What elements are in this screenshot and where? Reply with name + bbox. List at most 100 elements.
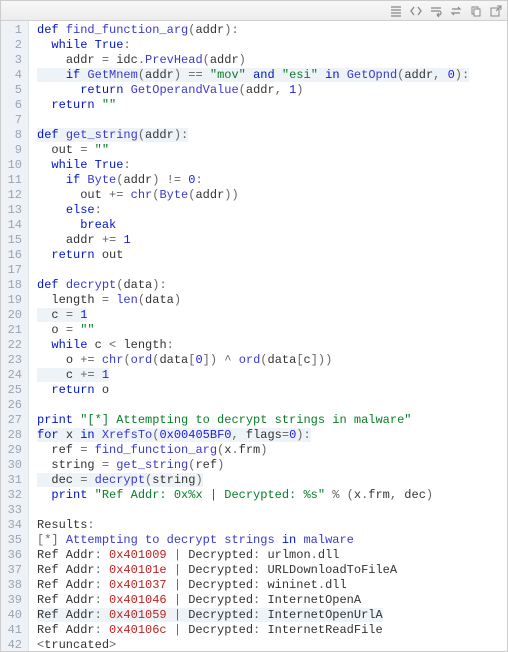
token-op: :	[253, 578, 267, 592]
line-number: 5	[5, 83, 22, 98]
token-kw: and	[253, 68, 282, 82]
token-str: "mov"	[210, 68, 253, 82]
code-line: addr = idc.PrevHead(addr)	[37, 53, 246, 67]
token-op: .	[138, 53, 145, 67]
token-op: :	[87, 518, 94, 532]
token-ident: o	[51, 323, 65, 337]
code-line: string = get_string(ref)	[37, 458, 224, 472]
code-icon[interactable]	[409, 4, 423, 18]
code-line: break	[37, 218, 116, 232]
token-ident: URLDownloadToFileA	[267, 563, 397, 577]
code-area: 1234567891011121314151617181920212223242…	[1, 21, 507, 651]
code-line: addr += 1	[37, 233, 131, 247]
token-plain	[37, 98, 51, 112]
token-ident: Decrypted	[188, 548, 253, 562]
token-kw: True	[95, 38, 124, 52]
token-ident: addr	[145, 68, 174, 82]
token-ident: addr	[195, 188, 224, 202]
code-content[interactable]: def find_function_arg(addr): while True:…	[29, 21, 507, 651]
token-op: |	[167, 623, 189, 637]
token-ident: dll	[318, 548, 340, 562]
token-op: )	[174, 68, 188, 82]
line-number: 19	[5, 293, 22, 308]
token-num: 0	[448, 68, 455, 82]
token-ident: Decrypted	[188, 623, 253, 637]
token-ident: Ref Addr	[37, 578, 95, 592]
token-kw: return	[51, 98, 101, 112]
token-ident: dec	[51, 473, 80, 487]
line-number: 42	[5, 638, 22, 651]
token-ident: data	[268, 353, 297, 367]
token-ident: c	[304, 353, 311, 367]
token-op: +=	[80, 368, 102, 382]
token-plain	[37, 173, 66, 187]
token-kw: for	[37, 428, 66, 442]
code-line: def get_string(addr):	[37, 128, 188, 142]
code-line: Results:	[37, 518, 95, 532]
token-kw: in	[80, 428, 102, 442]
token-ident: ref	[195, 458, 217, 472]
token-kw: return	[51, 383, 101, 397]
token-ident: addr	[210, 53, 239, 67]
line-number: 1	[5, 23, 22, 38]
line-number: 38	[5, 578, 22, 593]
token-kw: while	[51, 338, 94, 352]
token-kw: return	[80, 83, 130, 97]
token-op: |	[167, 578, 189, 592]
code-line: out = ""	[37, 143, 109, 157]
token-op: ==	[188, 68, 210, 82]
line-number: 26	[5, 398, 22, 413]
token-ident: flags	[246, 428, 282, 442]
token-op: =	[102, 53, 116, 67]
token-op: =	[102, 293, 116, 307]
token-op: =	[66, 323, 80, 337]
token-op: (	[260, 353, 267, 367]
token-kw: print	[37, 413, 80, 427]
token-kw: while	[51, 158, 94, 172]
token-fn: ord	[239, 353, 261, 367]
line-number: 28	[5, 428, 22, 443]
popout-icon[interactable]	[489, 4, 503, 18]
line-number: 10	[5, 158, 22, 173]
token-op: |	[167, 608, 189, 622]
token-op: ):	[152, 278, 166, 292]
wrap-icon[interactable]	[429, 4, 443, 18]
token-plain	[37, 158, 51, 172]
code-line: if Byte(addr) != 0:	[37, 173, 203, 187]
copy-icon[interactable]	[469, 4, 483, 18]
token-str: ""	[80, 323, 94, 337]
token-op: )	[296, 83, 303, 97]
token-num: 1	[80, 308, 87, 322]
code-line: print "[*] Attempting to decrypt strings…	[37, 413, 411, 427]
token-kw: True	[95, 158, 124, 172]
token-op: ^	[224, 353, 238, 367]
swap-icon[interactable]	[449, 4, 463, 18]
token-op: )	[426, 488, 433, 502]
line-number: 32	[5, 488, 22, 503]
token-op: :	[231, 23, 238, 37]
code-line: Ref Addr: 0x401037 | Decrypted: wininet.…	[37, 578, 347, 592]
code-line: return out	[37, 248, 123, 262]
token-ident: data	[123, 278, 152, 292]
token-plain	[37, 293, 51, 307]
token-ident: length	[51, 293, 101, 307]
token-ident: Ref Addr	[37, 623, 95, 637]
justify-icon[interactable]	[389, 4, 403, 18]
code-line: [*] Attempting to decrypt strings in mal…	[37, 533, 354, 547]
line-number: 16	[5, 248, 22, 263]
token-fn: XrefsTo	[102, 428, 152, 442]
line-number: 31	[5, 473, 22, 488]
token-op: )	[217, 458, 224, 472]
token-plain	[37, 218, 80, 232]
token-op: :	[95, 548, 109, 562]
line-number: 22	[5, 338, 22, 353]
token-str: "esi"	[282, 68, 325, 82]
token-op: :	[253, 623, 267, 637]
code-line: for x in XrefsTo(0x00405BF0, flags=0):	[37, 428, 311, 442]
token-ident: string	[51, 458, 101, 472]
token-ident: Decrypted	[188, 593, 253, 607]
token-ident: addr	[66, 53, 102, 67]
token-ident: string	[152, 473, 195, 487]
line-number: 6	[5, 98, 22, 113]
token-plain	[37, 473, 51, 487]
